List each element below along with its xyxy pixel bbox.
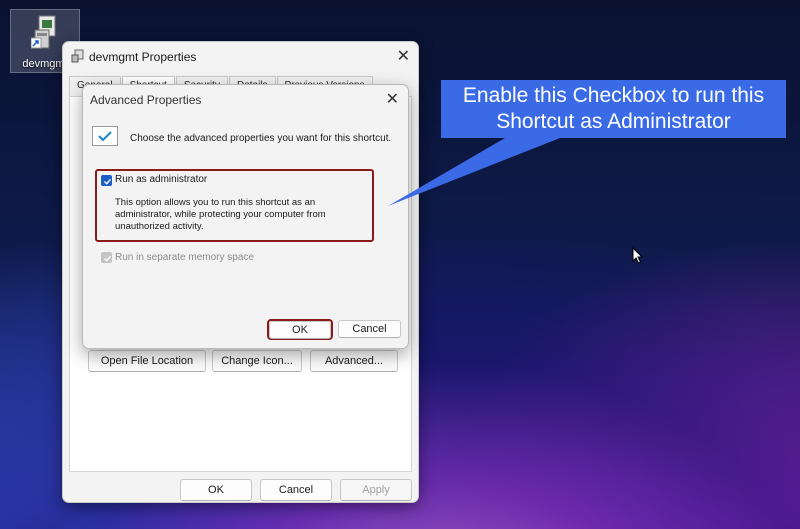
cancel-button[interactable]: Cancel bbox=[338, 320, 401, 338]
dialog-description: Choose the advanced properties you want … bbox=[130, 133, 392, 144]
dialog-title: Advanced Properties bbox=[90, 93, 202, 107]
cancel-button[interactable]: Cancel bbox=[260, 479, 332, 501]
run-as-admin-checkbox[interactable] bbox=[101, 175, 112, 186]
checkmark-icon bbox=[92, 126, 118, 146]
change-icon-button[interactable]: Change Icon... bbox=[212, 350, 302, 372]
window-title: devmgmt Properties bbox=[89, 50, 197, 64]
callout-line-1: Enable this Checkbox to run this bbox=[462, 84, 765, 107]
mouse-cursor-icon bbox=[632, 247, 644, 264]
advanced-button[interactable]: Advanced... bbox=[310, 350, 398, 372]
separate-memory-checkbox[interactable] bbox=[101, 252, 112, 263]
annotation-callout: Enable this Checkbox to run this Shortcu… bbox=[441, 80, 786, 138]
open-file-location-button[interactable]: Open File Location bbox=[88, 350, 206, 372]
device-manager-icon bbox=[71, 49, 84, 63]
run-as-admin-description: This option allows you to run this short… bbox=[115, 197, 326, 232]
apply-button[interactable]: Apply bbox=[340, 479, 412, 501]
separate-memory-label: Run in separate memory space bbox=[115, 252, 254, 263]
device-manager-icon bbox=[31, 15, 56, 49]
close-icon[interactable]: ✕ bbox=[397, 46, 410, 66]
run-as-admin-label[interactable]: Run as administrator bbox=[115, 174, 207, 185]
close-icon[interactable]: ✕ bbox=[386, 89, 399, 109]
callout-line-2: Shortcut as Administrator bbox=[496, 110, 731, 133]
advanced-properties-dialog: Advanced Properties ✕ Choose the advance… bbox=[82, 84, 409, 349]
ok-button[interactable]: OK bbox=[269, 321, 331, 339]
ok-button[interactable]: OK bbox=[180, 479, 252, 501]
